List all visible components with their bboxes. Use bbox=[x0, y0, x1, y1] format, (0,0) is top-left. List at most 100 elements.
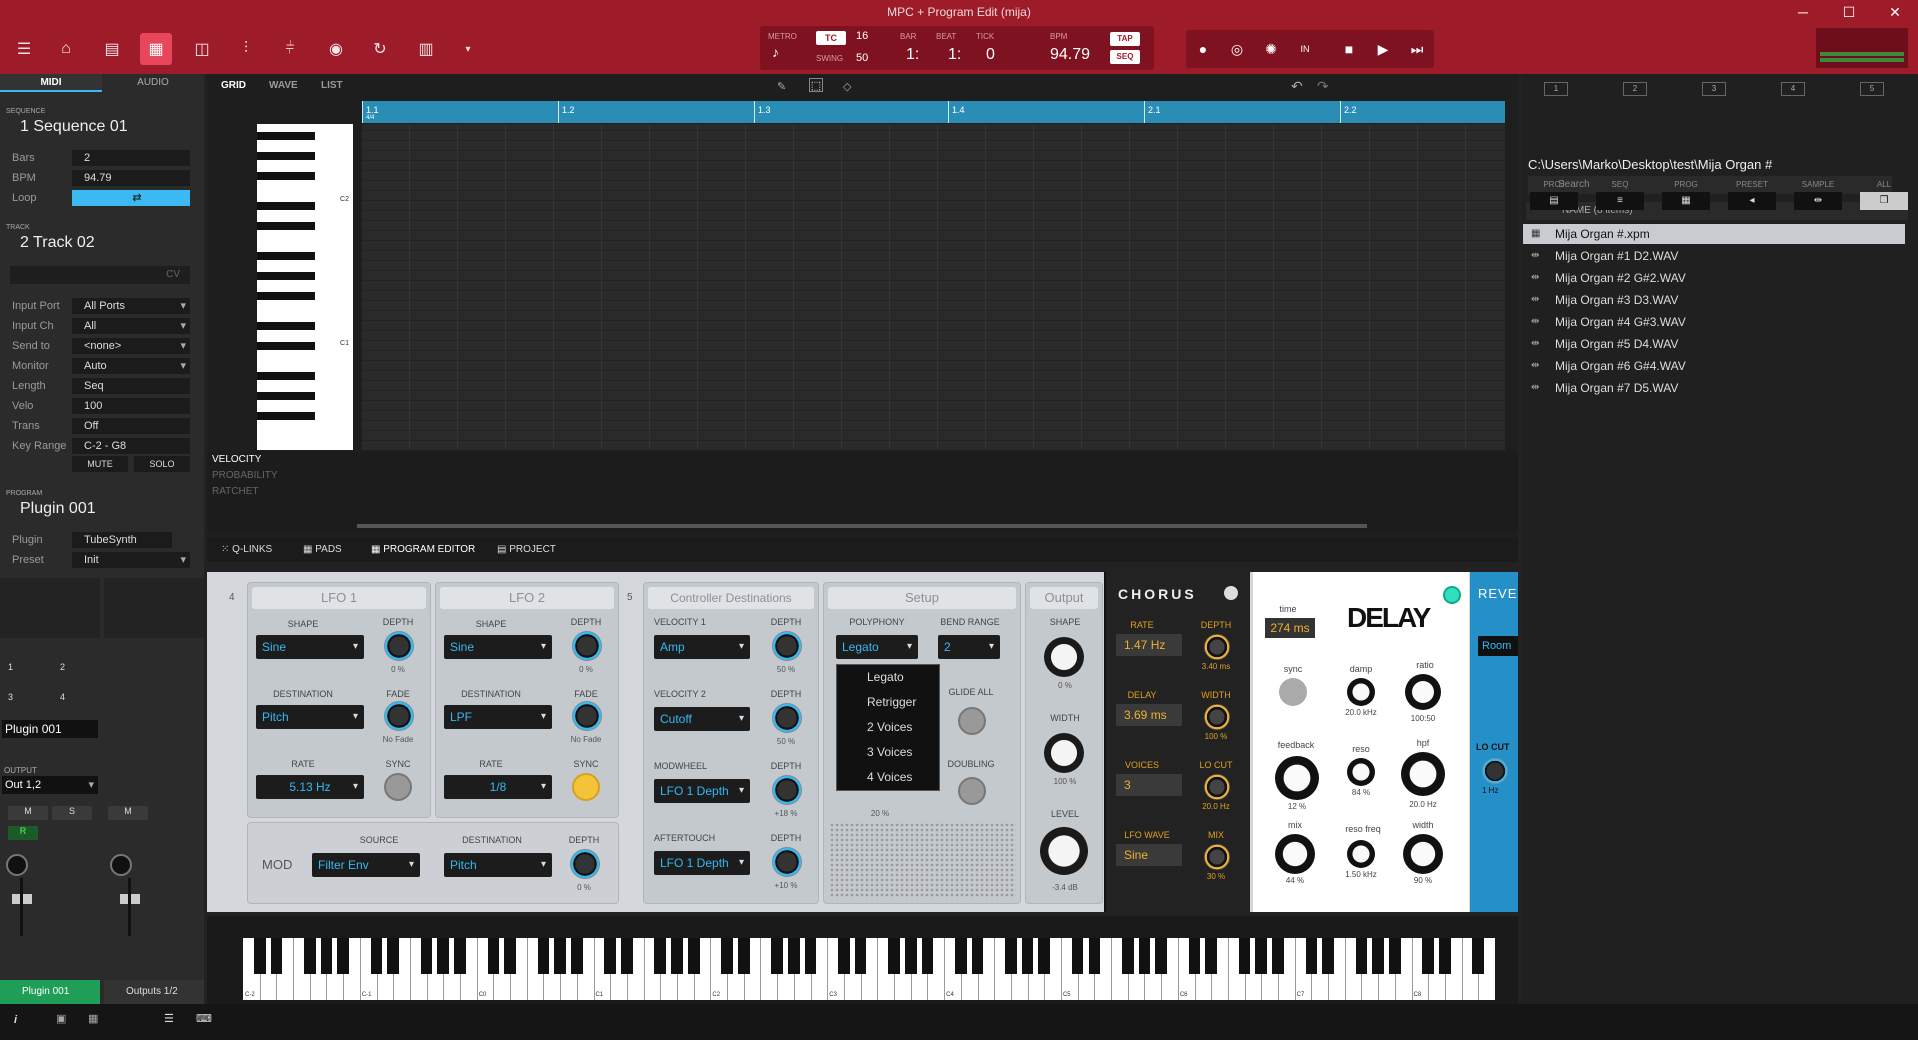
loop-toggle[interactable]: ⇄ bbox=[72, 190, 190, 206]
menu-item-2-voices[interactable]: 2 Voices bbox=[837, 715, 941, 740]
eraser-icon[interactable]: ◇ bbox=[843, 80, 851, 93]
sequence-name[interactable]: 1 Sequence 01 bbox=[20, 118, 128, 136]
browser-file-item[interactable]: ⇹ Mija Organ #6 G#4.WAV bbox=[1523, 356, 1905, 376]
tc-button[interactable]: TC bbox=[816, 31, 846, 45]
black-key[interactable] bbox=[1205, 938, 1218, 974]
close-icon[interactable]: ✕ bbox=[1872, 0, 1918, 24]
black-key[interactable] bbox=[804, 938, 817, 974]
black-key[interactable] bbox=[1422, 938, 1435, 974]
lane-probability[interactable]: PROBABILITY bbox=[212, 470, 278, 481]
menu-icon[interactable]: ☰ bbox=[8, 33, 40, 65]
mute-button[interactable]: MUTE bbox=[72, 456, 128, 472]
browser-column-header[interactable]: NAME (8 items) bbox=[1526, 202, 1908, 220]
black-key[interactable] bbox=[604, 938, 617, 974]
ctrl-dest-select[interactable]: Cutoff bbox=[654, 707, 750, 731]
white-key[interactable] bbox=[1227, 938, 1229, 1000]
black-key[interactable] bbox=[320, 938, 333, 974]
field-value[interactable]: 100 bbox=[72, 398, 190, 414]
tab-qlinks[interactable]: ⁙ Q-LINKS bbox=[221, 544, 272, 555]
stop-icon[interactable]: ■ bbox=[1332, 30, 1366, 68]
black-key[interactable] bbox=[921, 938, 934, 974]
ctrl-dest-select[interactable]: LFO 1 Depth bbox=[654, 851, 750, 875]
select-icon[interactable]: ⬚ bbox=[809, 78, 823, 92]
doubling-button[interactable] bbox=[958, 777, 986, 805]
auto-icon[interactable]: ✺ bbox=[1254, 30, 1288, 68]
virtual-keyboard[interactable]: C-2 C-1 C0 C1 C2 C3 C4 C5 C6 C7 C8 bbox=[207, 916, 1518, 1004]
black-key[interactable] bbox=[954, 938, 967, 974]
play-start-icon[interactable]: ⏭ bbox=[1400, 30, 1434, 68]
lfo2-dest-select[interactable]: LPF bbox=[444, 705, 552, 729]
record-icon[interactable]: ● bbox=[1186, 30, 1220, 68]
field-value[interactable]: Auto bbox=[72, 358, 190, 374]
seq-button[interactable]: SEQ bbox=[1110, 50, 1140, 64]
browser-filter-preset-button[interactable]: ◂ bbox=[1728, 192, 1776, 210]
white-key[interactable] bbox=[409, 938, 411, 1000]
field-value[interactable]: <none> bbox=[72, 338, 190, 354]
grid-layout-icon[interactable]: ▦ bbox=[88, 1012, 98, 1025]
black-key[interactable] bbox=[1088, 938, 1101, 974]
delay-reso-knob[interactable] bbox=[1347, 758, 1375, 786]
mod-source-select[interactable]: Filter Env bbox=[312, 853, 420, 877]
black-key[interactable] bbox=[487, 938, 500, 974]
black-key[interactable] bbox=[303, 938, 316, 974]
black-key[interactable] bbox=[904, 938, 917, 974]
output-shape-knob[interactable] bbox=[1044, 637, 1084, 677]
menu-item-4-voices[interactable]: 4 Voices bbox=[837, 765, 941, 790]
rec-arm-button[interactable]: R bbox=[8, 826, 38, 840]
mixer-icon[interactable]: ⫶ bbox=[230, 33, 262, 65]
bend-range-select[interactable]: 2 bbox=[938, 635, 1000, 659]
black-key[interactable] bbox=[504, 938, 516, 974]
black-key[interactable] bbox=[654, 938, 667, 974]
delay-width-knob[interactable] bbox=[1403, 834, 1443, 874]
tap-button[interactable]: TAP bbox=[1110, 32, 1140, 46]
black-key[interactable] bbox=[1155, 938, 1167, 974]
white-key[interactable] bbox=[476, 938, 478, 1000]
white-key[interactable] bbox=[1461, 938, 1463, 1000]
bar-value[interactable]: 1: bbox=[906, 46, 919, 64]
browser-filter-seq-button[interactable]: ≡ bbox=[1596, 192, 1644, 210]
black-key[interactable] bbox=[1439, 938, 1451, 974]
browser-file-item[interactable]: ▦ Mija Organ #.xpm bbox=[1523, 224, 1905, 244]
white-key[interactable] bbox=[1294, 938, 1296, 1000]
ctrl-depth-knob[interactable] bbox=[772, 775, 802, 805]
tab-audio[interactable]: AUDIO bbox=[102, 74, 204, 92]
output-select[interactable]: Out 1,2 bbox=[2, 776, 98, 794]
white-key[interactable] bbox=[944, 938, 946, 1000]
menu-item-retrigger[interactable]: Retrigger bbox=[837, 690, 941, 715]
browser-filter-all-button[interactable]: ❐ bbox=[1860, 192, 1908, 210]
in-icon[interactable]: IN bbox=[1288, 30, 1322, 68]
black-key[interactable] bbox=[621, 938, 633, 974]
lfo1-shape-select[interactable]: Sine bbox=[256, 635, 364, 659]
tab-project[interactable]: ▤ PROJECT bbox=[497, 544, 556, 555]
field-value[interactable]: Seq bbox=[72, 378, 190, 394]
white-key[interactable] bbox=[827, 938, 829, 1000]
black-key[interactable] bbox=[854, 938, 867, 974]
delay-damp-knob[interactable] bbox=[1347, 678, 1375, 706]
black-key[interactable] bbox=[1071, 938, 1084, 974]
mod-dest-select[interactable]: Pitch bbox=[444, 853, 552, 877]
glide-all-button[interactable] bbox=[958, 707, 986, 735]
browser-file-item[interactable]: ⇹ Mija Organ #4 G#3.WAV bbox=[1523, 312, 1905, 332]
browser-filter-prog-button[interactable]: ▦ bbox=[1662, 192, 1710, 210]
black-key[interactable] bbox=[270, 938, 283, 974]
black-key[interactable] bbox=[771, 938, 784, 974]
browser-tab-5[interactable]: 5 bbox=[1860, 82, 1884, 96]
plugin-field[interactable]: TubeSynth bbox=[72, 532, 172, 548]
solo-button[interactable]: S bbox=[52, 806, 92, 820]
delay-power-button[interactable] bbox=[1443, 586, 1461, 604]
bars-field[interactable]: 2 bbox=[72, 150, 190, 166]
browser-tab-1[interactable]: 1 bbox=[1544, 82, 1568, 96]
black-key[interactable] bbox=[737, 938, 750, 974]
black-key[interactable] bbox=[1021, 938, 1034, 974]
strip-outputs-tab[interactable]: Outputs 1/2 bbox=[104, 980, 204, 1004]
browser-file-item[interactable]: ⇹ Mija Organ #2 G#2.WAV bbox=[1523, 268, 1905, 288]
black-key[interactable] bbox=[1238, 938, 1251, 974]
lfo2-rate-field[interactable]: 1/8 bbox=[444, 775, 552, 799]
lane-ratchet[interactable]: RATCHET bbox=[212, 486, 258, 497]
tab-grid[interactable]: GRID bbox=[221, 80, 246, 91]
tab-program-editor[interactable]: ▦ PROGRAM EDITOR bbox=[371, 544, 475, 555]
play-icon[interactable]: ▶ bbox=[1366, 30, 1400, 68]
black-key[interactable] bbox=[370, 938, 383, 974]
output-level-knob[interactable] bbox=[1040, 827, 1088, 875]
browser-file-item[interactable]: ⇹ Mija Organ #3 D3.WAV bbox=[1523, 290, 1905, 310]
